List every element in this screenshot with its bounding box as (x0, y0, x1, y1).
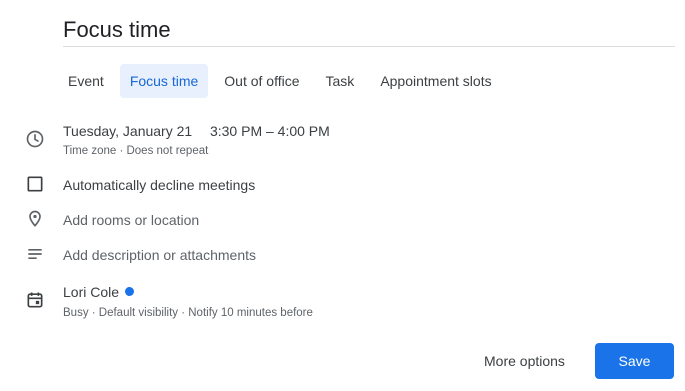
calendar-icon (24, 289, 46, 311)
event-date[interactable]: Tuesday, January 21 (63, 123, 192, 139)
calendar-owner-name: Lori Cole (63, 284, 120, 300)
calendar-color-dot (125, 287, 135, 296)
location-input[interactable]: Add rooms or location (63, 211, 199, 229)
tab-event[interactable]: Event (58, 64, 114, 98)
datetime-details: Time zone · Does not repeat (63, 145, 209, 157)
tab-appointment-slots[interactable]: Appointment slots (370, 64, 501, 98)
calendar-details: Busy · Default visibility · Notify 10 mi… (63, 307, 313, 319)
event-type-tabs: Event Focus time Out of office Task Appo… (58, 64, 502, 98)
tab-task[interactable]: Task (316, 64, 365, 98)
event-title[interactable]: Focus time (63, 17, 675, 47)
location-pin-icon (24, 208, 46, 230)
calendar-owner[interactable]: Lori Cole (63, 283, 313, 301)
save-button[interactable]: Save (595, 343, 674, 379)
clock-icon (24, 128, 46, 150)
tab-focus-time[interactable]: Focus time (119, 64, 209, 98)
event-time[interactable]: 3:30 PM – 4:00 PM (210, 123, 330, 139)
more-options-button[interactable]: More options (472, 344, 577, 378)
decline-label: Automatically decline meetings (63, 177, 256, 193)
notes-icon (24, 243, 46, 265)
description-input[interactable]: Add description or attachments (63, 246, 256, 264)
datetime-summary[interactable]: Tuesday, January 21 3:30 PM – 4:00 PM (63, 122, 330, 140)
checkbox-icon[interactable] (24, 173, 46, 195)
tab-out-of-office[interactable]: Out of office (214, 64, 309, 98)
